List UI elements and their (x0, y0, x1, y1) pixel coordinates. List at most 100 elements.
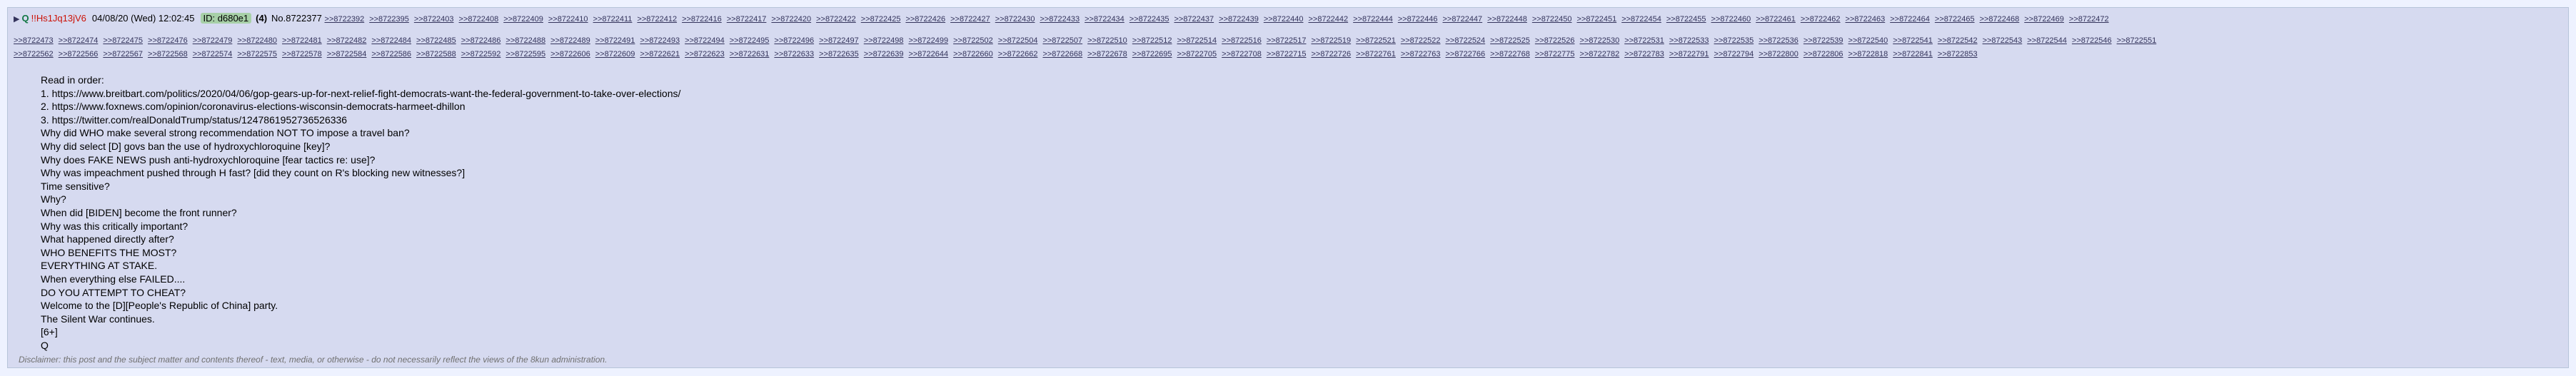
reply-link[interactable]: >>8722794 (1714, 50, 1754, 59)
reply-link[interactable]: >>8722473 (14, 36, 54, 45)
reply-link[interactable]: >>8722469 (2024, 15, 2064, 24)
reply-link[interactable]: >>8722635 (819, 50, 859, 59)
reply-link[interactable]: >>8722766 (1446, 50, 1486, 59)
reply-link[interactable]: >>8722768 (1490, 50, 1530, 59)
reply-link[interactable]: >>8722485 (416, 36, 456, 45)
reply-link[interactable]: >>8722411 (593, 15, 633, 24)
reply-link[interactable]: >>8722708 (1222, 50, 1262, 59)
body-link-line[interactable]: 3. https://twitter.com/realDonaldTrump/s… (41, 113, 2554, 127)
reply-link[interactable]: >>8722695 (1132, 50, 1172, 59)
poster-id-badge[interactable]: ID: d680e1 (200, 13, 252, 24)
reply-link[interactable]: >>8722551 (2117, 36, 2157, 45)
reply-link[interactable]: >>8722488 (505, 36, 545, 45)
reply-link[interactable]: >>8722495 (730, 36, 770, 45)
reply-link[interactable]: >>8722584 (327, 50, 367, 59)
reply-link[interactable]: >>8722595 (505, 50, 545, 59)
reply-link[interactable]: >>8722791 (1669, 50, 1709, 59)
reply-link[interactable]: >>8722521 (1356, 36, 1396, 45)
reply-link[interactable]: >>8722486 (461, 36, 501, 45)
reply-link[interactable]: >>8722531 (1624, 36, 1664, 45)
reply-link[interactable]: >>8722530 (1580, 36, 1620, 45)
reply-link[interactable]: >>8722435 (1129, 15, 1169, 24)
reply-link[interactable]: >>8722439 (1219, 15, 1259, 24)
reply-link[interactable]: >>8722592 (461, 50, 501, 59)
reply-link[interactable]: >>8722448 (1487, 15, 1527, 24)
reply-link[interactable]: >>8722606 (550, 50, 590, 59)
reply-link[interactable]: >>8722541 (1893, 36, 1933, 45)
reply-link[interactable]: >>8722499 (908, 36, 948, 45)
reply-link[interactable]: >>8722621 (640, 50, 680, 59)
reply-link[interactable]: >>8722482 (327, 36, 367, 45)
reply-link[interactable]: >>8722403 (414, 15, 454, 24)
reply-link[interactable]: >>8722434 (1085, 15, 1125, 24)
reply-link[interactable]: >>8722444 (1353, 15, 1393, 24)
reply-link[interactable]: >>8722479 (193, 36, 233, 45)
reply-link[interactable]: >>8722540 (1848, 36, 1888, 45)
reply-link[interactable]: >>8722574 (193, 50, 233, 59)
reply-link[interactable]: >>8722818 (1848, 50, 1888, 59)
reply-link[interactable]: >>8722409 (503, 15, 543, 24)
body-link-line[interactable]: 1. https://www.breitbart.com/politics/20… (41, 87, 2554, 101)
reply-link[interactable]: >>8722761 (1356, 50, 1396, 59)
reply-link[interactable]: >>8722519 (1311, 36, 1351, 45)
reply-link[interactable]: >>8722782 (1580, 50, 1620, 59)
reply-link[interactable]: >>8722662 (998, 50, 1038, 59)
reply-link[interactable]: >>8722543 (1983, 36, 2023, 45)
reply-link[interactable]: >>8722425 (861, 15, 901, 24)
reply-link[interactable]: >>8722644 (908, 50, 948, 59)
reply-link[interactable]: >>8722497 (819, 36, 859, 45)
reply-link[interactable]: >>8722562 (14, 50, 54, 59)
reply-link[interactable]: >>8722660 (953, 50, 993, 59)
reply-link[interactable]: >>8722454 (1621, 15, 1661, 24)
reply-link[interactable]: >>8722763 (1401, 50, 1441, 59)
reply-link[interactable]: >>8722451 (1577, 15, 1617, 24)
reply-link[interactable]: >>8722639 (864, 50, 904, 59)
expand-arrow-icon[interactable]: ▶ (14, 15, 19, 24)
reply-link[interactable]: >>8722536 (1759, 36, 1798, 45)
reply-link[interactable]: >>8722525 (1490, 36, 1530, 45)
post-number-link[interactable]: No.8722377 (271, 13, 322, 24)
reply-link[interactable]: >>8722715 (1267, 50, 1307, 59)
reply-link[interactable]: >>8722474 (59, 36, 99, 45)
reply-link[interactable]: >>8722437 (1174, 15, 1214, 24)
reply-link[interactable]: >>8722539 (1803, 36, 1843, 45)
reply-link[interactable]: >>8722516 (1222, 36, 1262, 45)
reply-link[interactable]: >>8722517 (1267, 36, 1307, 45)
reply-link[interactable]: >>8722609 (595, 50, 635, 59)
reply-link[interactable]: >>8722783 (1624, 50, 1664, 59)
reply-link[interactable]: >>8722678 (1087, 50, 1127, 59)
reply-link[interactable]: >>8722465 (1935, 15, 1975, 24)
reply-link[interactable]: >>8722475 (103, 36, 143, 45)
reply-link[interactable]: >>8722484 (371, 36, 411, 45)
reply-link[interactable]: >>8722623 (685, 50, 725, 59)
reply-link[interactable]: >>8722450 (1532, 15, 1572, 24)
reply-link[interactable]: >>8722631 (730, 50, 770, 59)
reply-link[interactable]: >>8722408 (459, 15, 499, 24)
reply-link[interactable]: >>8722526 (1535, 36, 1575, 45)
body-link-line[interactable]: 2. https://www.foxnews.com/opinion/coron… (41, 100, 2554, 113)
reply-link[interactable]: >>8722427 (950, 15, 990, 24)
reply-link[interactable]: >>8722422 (816, 15, 856, 24)
reply-link[interactable]: >>8722800 (1759, 50, 1798, 59)
reply-link[interactable]: >>8722568 (148, 50, 188, 59)
reply-link[interactable]: >>8722510 (1087, 36, 1127, 45)
reply-link[interactable]: >>8722472 (2069, 15, 2109, 24)
reply-link[interactable]: >>8722546 (2072, 36, 2112, 45)
reply-link[interactable]: >>8722588 (416, 50, 456, 59)
reply-link[interactable]: >>8722522 (1401, 36, 1441, 45)
reply-link[interactable]: >>8722481 (282, 36, 322, 45)
reply-link[interactable]: >>8722567 (103, 50, 143, 59)
reply-link[interactable]: >>8722496 (774, 36, 814, 45)
reply-link[interactable]: >>8722586 (371, 50, 411, 59)
reply-link[interactable]: >>8722455 (1666, 15, 1706, 24)
reply-link[interactable]: >>8722502 (953, 36, 993, 45)
reply-link[interactable]: >>8722493 (640, 36, 680, 45)
reply-link[interactable]: >>8722416 (682, 15, 722, 24)
reply-link[interactable]: >>8722476 (148, 36, 188, 45)
reply-link[interactable]: >>8722705 (1177, 50, 1217, 59)
reply-link[interactable]: >>8722578 (282, 50, 322, 59)
reply-link[interactable]: >>8722468 (1980, 15, 2020, 24)
reply-link[interactable]: >>8722491 (595, 36, 635, 45)
reply-link[interactable]: >>8722461 (1756, 15, 1796, 24)
reply-link[interactable]: >>8722533 (1669, 36, 1709, 45)
